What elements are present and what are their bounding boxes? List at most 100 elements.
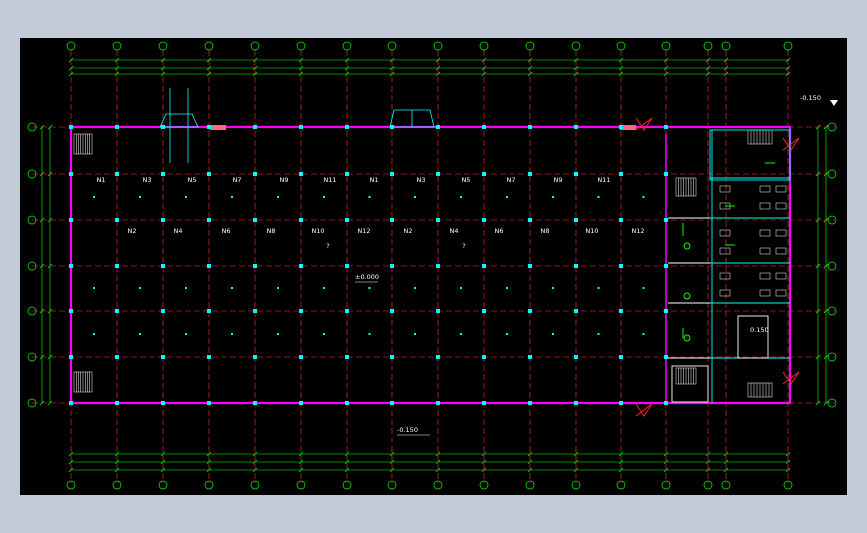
unknown-mark-2: ? [462,242,465,250]
column-secondary [231,196,233,198]
column [528,355,532,359]
column [253,401,257,405]
room-label: N3 [143,176,152,184]
column [345,172,349,176]
column [664,401,668,405]
column [390,309,394,313]
room-label: N8 [541,227,550,235]
room-label: N2 [128,227,137,235]
column [664,309,668,313]
column-secondary [231,287,233,289]
column [528,264,532,268]
column [664,172,668,176]
column [115,218,119,222]
column [436,125,440,129]
column [436,172,440,176]
column [161,355,165,359]
column-secondary [277,196,279,198]
column [161,401,165,405]
column [115,401,119,405]
room-label: N12 [631,227,644,235]
column [115,125,119,129]
column-secondary [597,287,600,289]
floor-elevation-mark: ±0.000 [355,273,379,283]
column-secondary [642,287,645,289]
unknown-mark-1: ? [326,242,329,250]
room-label: N9 [280,176,289,184]
column [69,172,73,176]
column [69,355,73,359]
office-elevation-text: 0.150 [750,326,769,334]
column-secondary [414,287,416,289]
column-secondary [552,196,554,198]
column-secondary [185,333,187,335]
column-secondary [368,333,371,335]
room-label: N2 [404,227,413,235]
column-secondary [139,287,141,289]
room-label: N12 [357,227,370,235]
column [390,218,394,222]
column-secondary [368,287,371,289]
room-label: N1 [97,176,106,184]
column [345,355,349,359]
cad-viewport[interactable]: N1 N3 N5 N7 N9 N11 N1 N3 N5 N7 N9 N11 N2 N4 N6 N8 N10 N1… [20,38,847,495]
column [390,264,394,268]
column [161,309,165,313]
column [664,264,668,268]
column [207,172,211,176]
column [69,125,73,129]
column-secondary [506,196,508,198]
column [436,355,440,359]
column [482,125,486,129]
column [574,172,578,176]
column-secondary [414,196,416,198]
column-secondary [597,196,600,198]
column [299,264,303,268]
column [253,264,257,268]
column [207,125,211,129]
column-secondary [552,287,554,289]
column [619,401,623,405]
room-label: N11 [323,176,336,184]
column [619,218,623,222]
column-secondary [414,333,416,335]
column-secondary [506,287,508,289]
column-secondary [277,333,279,335]
column [482,264,486,268]
drawing-background [20,38,847,495]
column-secondary [597,333,600,335]
column [619,172,623,176]
column-secondary [323,196,325,198]
column [436,401,440,405]
room-label: N10 [585,227,598,235]
column [574,264,578,268]
column [574,309,578,313]
column [619,309,623,313]
column [299,125,303,129]
column [161,125,165,129]
room-label: N8 [267,227,276,235]
column-secondary [323,333,325,335]
floor-plan-drawing: N1 N3 N5 N7 N9 N11 N1 N3 N5 N7 N9 N11 N2 N4 N6 N8 N10 N1… [20,38,847,495]
outside-elevation-text: -0.150 [800,94,821,102]
column-secondary [139,196,141,198]
column-secondary [185,287,187,289]
column [528,172,532,176]
column [574,125,578,129]
column [619,125,623,129]
office-elevation-mark: 0.150 [750,326,769,334]
room-label: N7 [233,176,242,184]
room-label: N4 [450,227,459,235]
column [253,125,257,129]
column [69,401,73,405]
column [345,125,349,129]
room-label: N5 [462,176,471,184]
column [664,218,668,222]
column [390,355,394,359]
column-secondary [93,196,95,198]
column-secondary [642,333,645,335]
column-secondary [506,333,508,335]
column [299,401,303,405]
column [253,355,257,359]
column [299,309,303,313]
